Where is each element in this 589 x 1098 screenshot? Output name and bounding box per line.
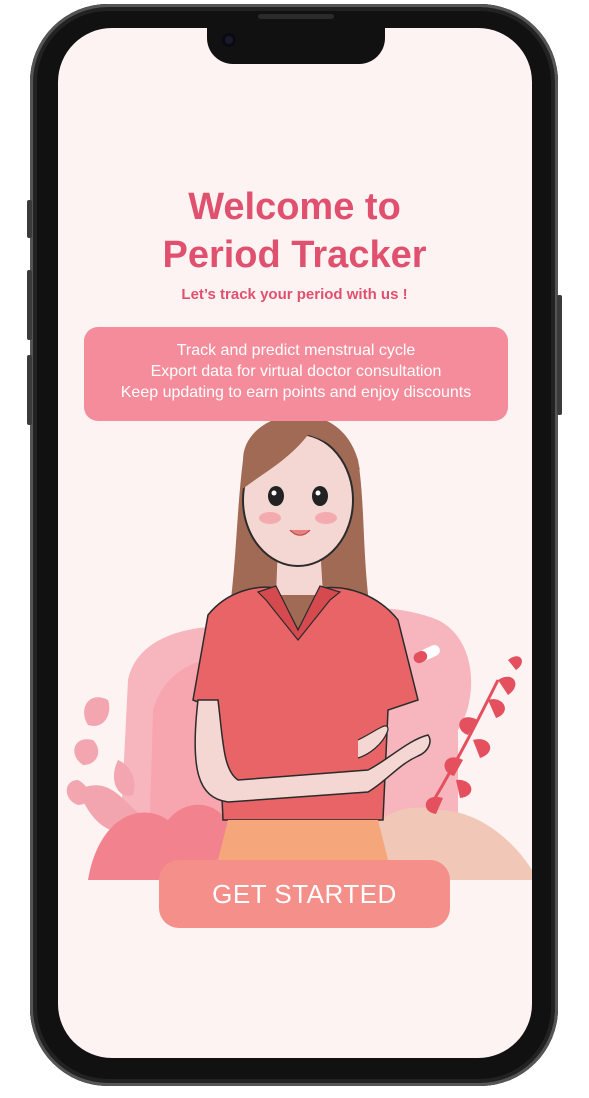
feature-item: Keep updating to earn points and enjoy d… [120,384,472,401]
get-started-button[interactable]: GET STARTED [159,860,450,928]
welcome-subtitle: Let’s track your period with us ! [181,286,408,303]
speaker-grille [258,14,334,19]
woman-illustration [66,414,532,880]
phone-side-button [557,295,562,415]
feature-item: Export data for virtual doctor consultat… [150,363,442,380]
phone-side-button [27,355,32,425]
feature-list-card: Track and predict menstrual cycle Export… [84,327,508,421]
welcome-title-line2: Period Tracker [162,234,427,276]
camera-icon [222,33,236,47]
feature-item: Track and predict menstrual cycle [176,342,416,359]
phone-side-button [27,270,32,340]
welcome-title-line1: Welcome to [188,186,401,228]
